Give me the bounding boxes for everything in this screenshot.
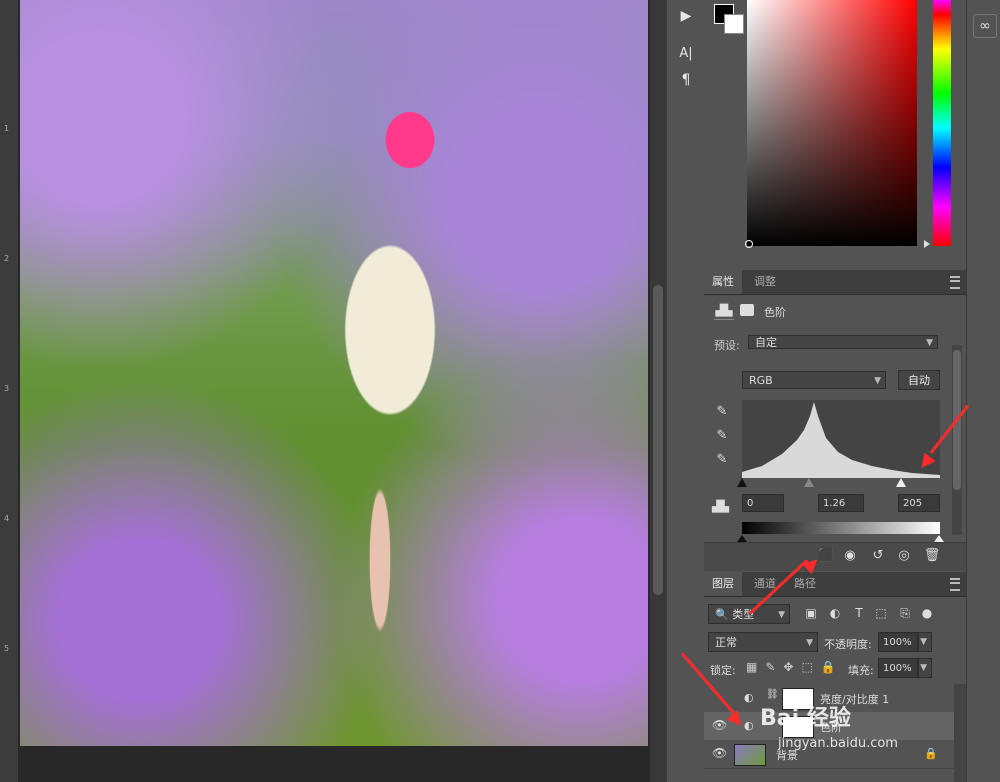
lock-icons[interactable]: ▦✎✥⬚🔒 — [746, 660, 844, 674]
panel-menu-icon[interactable] — [950, 578, 960, 591]
visibility-eye-icon[interactable]: 👁 — [712, 718, 727, 732]
panels-column: 属性 调整 ▟▙ 色阶 预设: 自定 ▼ RGB ▼ 自动 ✎ ✎ ✎ ▟▙ 0… — [704, 0, 966, 782]
channel-dropdown[interactable]: RGB ▼ — [742, 371, 886, 389]
ruler-mark: 1 — [4, 124, 10, 133]
watermark-logo: Bai 经验 — [760, 706, 851, 731]
input-black-field[interactable]: 0 — [742, 494, 784, 512]
lock-icon: 🔒 — [924, 747, 938, 760]
input-white-slider[interactable] — [896, 478, 906, 487]
filter-adjustment-icon[interactable]: ◐ — [826, 604, 844, 622]
ruler-mark: 2 — [4, 254, 10, 263]
panel-menu-icon[interactable] — [950, 276, 960, 289]
levels-icon: ▟▙ — [714, 303, 734, 320]
tab-layers[interactable]: 图层 — [704, 572, 742, 596]
delete-icon[interactable]: 🗑 — [922, 546, 942, 566]
right-panel-strip: ∞ — [966, 0, 1000, 782]
filter-pixel-icon[interactable]: ▣ — [802, 604, 820, 622]
layers-scrollbar[interactable] — [954, 684, 966, 782]
scrollbar-thumb[interactable] — [653, 285, 663, 595]
input-gamma-slider[interactable] — [804, 478, 814, 487]
preset-value: 自定 — [755, 336, 777, 349]
chevron-down-icon: ▼ — [920, 663, 927, 673]
color-field-cursor[interactable] — [745, 240, 753, 248]
preset-dropdown[interactable]: 自定 ▼ — [748, 335, 938, 349]
output-white-slider[interactable] — [934, 535, 944, 542]
collapsed-panel-strip: ▶ A| ¶ — [666, 0, 706, 782]
hue-slider-marker[interactable] — [924, 240, 930, 248]
fill-label: 填充: — [848, 664, 874, 677]
lock-label: 锁定: — [710, 664, 736, 677]
vertical-ruler: 1 2 3 4 5 — [0, 0, 19, 782]
background-color-swatch[interactable] — [724, 14, 744, 34]
play-icon[interactable]: ▶ — [675, 6, 697, 26]
opacity-dropdown[interactable]: ▼ — [918, 632, 932, 652]
layers-tabbar: 图层 通道 路径 — [704, 572, 966, 597]
layer-thumbnail[interactable] — [734, 744, 766, 766]
output-black-slider[interactable] — [737, 535, 747, 542]
fill-dropdown[interactable]: ▼ — [918, 658, 932, 678]
adjustment-layer-icon: ◐ — [744, 691, 754, 704]
tab-properties[interactable]: 属性 — [704, 270, 742, 294]
black-point-eyedropper-icon[interactable]: ✎ — [714, 404, 730, 420]
channel-value: RGB — [749, 374, 773, 387]
properties-tabbar: 属性 调整 — [704, 270, 966, 295]
search-icon: 🔍 — [715, 608, 729, 621]
levels-clip-icon[interactable]: ▟▙ — [712, 500, 729, 513]
mask-icon[interactable] — [740, 304, 754, 316]
chevron-down-icon: ▼ — [920, 637, 927, 647]
toggle-visibility-icon[interactable]: ◎ — [894, 546, 914, 566]
opacity-field[interactable]: 100% — [878, 632, 918, 652]
tab-adjustments[interactable]: 调整 — [746, 270, 784, 294]
histogram-graph — [742, 402, 940, 478]
filter-smart-object-icon[interactable]: ⎘ — [896, 604, 914, 622]
histogram — [742, 400, 940, 478]
color-field[interactable] — [747, 0, 917, 246]
filter-shape-icon[interactable]: ⬚ — [872, 604, 890, 622]
properties-title: 色阶 — [764, 306, 786, 319]
paragraph-panel-icon[interactable]: ¶ — [675, 70, 697, 90]
input-white-field[interactable]: 205 — [898, 494, 940, 512]
hue-slider[interactable] — [933, 0, 951, 246]
layer-filter-dropdown[interactable]: 🔍 类型 ▼ — [708, 604, 790, 624]
fill-field[interactable]: 100% — [878, 658, 918, 678]
ruler-mark: 3 — [4, 384, 10, 393]
link-icon: ⛓ — [766, 689, 779, 700]
visibility-eye-icon[interactable]: 👁 — [712, 746, 727, 760]
ruler-mark: 4 — [4, 514, 10, 523]
reset-icon[interactable]: ↺ — [868, 546, 888, 566]
filter-type-icon[interactable]: T — [850, 604, 868, 622]
canvas-image[interactable] — [20, 0, 648, 746]
auto-button[interactable]: 自动 — [898, 370, 940, 390]
view-previous-state-icon[interactable]: ◉ — [840, 546, 860, 566]
blend-mode-value: 正常 — [715, 636, 737, 649]
preset-label: 预设: — [714, 339, 740, 352]
chevron-down-icon: ▼ — [806, 638, 813, 648]
input-gamma-field[interactable]: 1.26 — [818, 494, 864, 512]
output-gradient — [742, 522, 940, 534]
input-black-slider[interactable] — [737, 478, 747, 487]
blend-mode-dropdown[interactable]: 正常 ▼ — [708, 632, 818, 652]
chevron-down-icon: ▼ — [926, 338, 933, 348]
watermark-url: jingyan.baidu.com — [778, 736, 898, 751]
filter-toggle-icon[interactable]: ● — [918, 604, 936, 622]
chevron-down-icon: ▼ — [778, 610, 785, 620]
ruler-mark: 5 — [4, 644, 10, 653]
white-point-eyedropper-icon[interactable]: ✎ — [714, 452, 730, 468]
chevron-down-icon: ▼ — [874, 376, 881, 386]
character-panel-icon[interactable]: A| — [675, 44, 697, 64]
gray-point-eyedropper-icon[interactable]: ✎ — [714, 428, 730, 444]
opacity-label: 不透明度: — [824, 638, 872, 651]
creative-cloud-libraries-icon[interactable]: ∞ — [973, 14, 997, 38]
